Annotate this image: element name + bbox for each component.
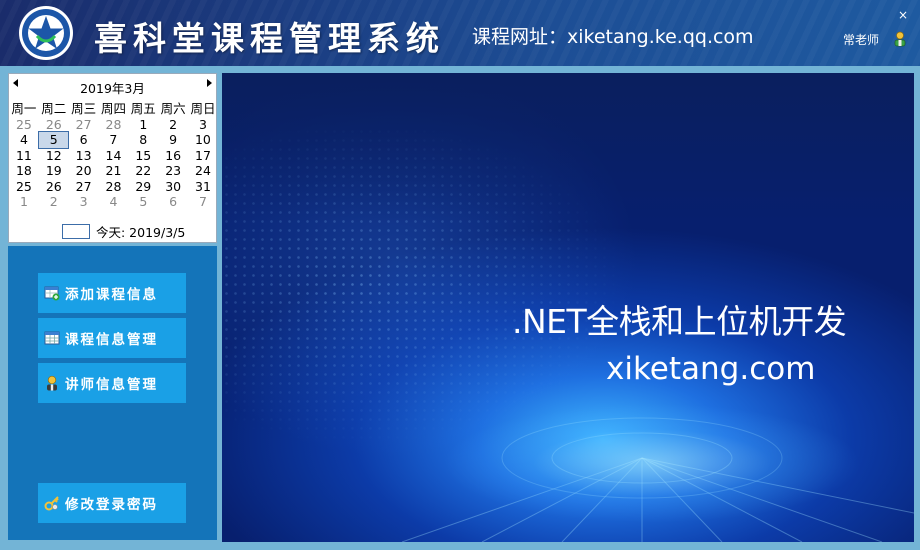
title-bar: 喜科堂课程管理系统 课程网址：xiketang.ke.qq.com × 常老师	[0, 0, 920, 66]
calendar-day[interactable]: 1	[9, 194, 39, 210]
weekday-label: 周五	[130, 101, 156, 116]
weekday-label: 周日	[190, 101, 216, 116]
calendar-day[interactable]: 23	[158, 163, 188, 179]
calendar-day[interactable]: 4	[99, 194, 129, 210]
weekday-row: 周一 周二 周三 周四 周五 周六 周日	[9, 101, 218, 117]
today-label: 今天: 2019/3/5	[96, 225, 186, 240]
calendar-day[interactable]: 15	[128, 148, 158, 164]
logo-star-icon	[19, 6, 73, 60]
calendar-header: 2019年3月	[9, 74, 216, 96]
change-password-button[interactable]: 修改登录密码	[38, 483, 186, 523]
calendar-day[interactable]: 2	[158, 117, 188, 133]
banner-headline: .NET全栈和上位机开发	[512, 302, 847, 341]
calendar-day[interactable]: 16	[158, 148, 188, 164]
next-month-arrow-icon[interactable]	[207, 79, 212, 87]
calendar-day[interactable]: 12	[39, 148, 69, 164]
calendar-day[interactable]: 27	[69, 117, 99, 133]
calendar-day[interactable]: 28	[99, 179, 129, 195]
calendar-day[interactable]: 13	[69, 148, 99, 164]
calendar-day[interactable]: 14	[99, 148, 129, 164]
user-icon	[894, 31, 906, 47]
add-course-icon	[44, 286, 60, 301]
calendar-day[interactable]: 10	[188, 132, 218, 148]
calendar-day[interactable]: 1	[128, 117, 158, 133]
today-link[interactable]: 今天: 2019/3/5	[62, 222, 185, 241]
welcome-banner: .NET全栈和上位机开发 xiketang.com	[222, 73, 914, 542]
calendar-grid: 周一 周二 周三 周四 周五 周六 周日 25 26 27 28 1 2 3 4 5 6 7 8 9 10…	[9, 101, 218, 210]
teacher-management-button[interactable]: 讲师信息管理	[38, 363, 186, 403]
banner-website: xiketang.com	[606, 351, 816, 387]
calendar-day[interactable]: 22	[128, 163, 158, 179]
calendar-day[interactable]: 6	[69, 132, 99, 148]
weekday-label: 周三	[71, 101, 97, 116]
calendar-day[interactable]: 8	[128, 132, 158, 148]
calendar-week-row: 4 5 6 7 8 9 10	[9, 131, 218, 149]
calendar-day[interactable]: 5	[38, 131, 70, 149]
calendar-day[interactable]: 7	[188, 194, 218, 210]
course-management-label: 课程信息管理	[65, 332, 158, 348]
calendar-day[interactable]: 20	[69, 163, 99, 179]
calendar-week-row: 25 26 27 28 1 2 3	[9, 117, 218, 133]
calendar-day[interactable]: 17	[188, 148, 218, 164]
change-password-label: 修改登录密码	[65, 497, 158, 513]
add-course-label: 添加课程信息	[65, 287, 158, 303]
key-icon	[44, 496, 59, 511]
today-marker	[62, 224, 90, 239]
calendar-month-label[interactable]: 2019年3月	[9, 78, 216, 97]
calendar-day[interactable]: 31	[188, 179, 218, 195]
calendar-day[interactable]: 30	[158, 179, 188, 195]
table-icon	[44, 331, 60, 345]
course-management-button[interactable]: 课程信息管理	[38, 318, 186, 358]
course-url: 课程网址：xiketang.ke.qq.com	[472, 26, 754, 48]
user-name: 常老师	[843, 33, 880, 47]
teacher-management-label: 讲师信息管理	[65, 377, 158, 393]
calendar-day[interactable]: 7	[98, 132, 128, 148]
calendar-day[interactable]: 11	[9, 148, 39, 164]
calendar-day[interactable]: 25	[9, 117, 39, 133]
calendar-week-row: 1234567	[9, 194, 218, 210]
calendar-day[interactable]: 18	[9, 163, 39, 179]
calendar-day[interactable]: 3	[69, 194, 99, 210]
calendar-day[interactable]: 26	[39, 117, 69, 133]
calendar-day[interactable]: 28	[99, 117, 129, 133]
calendar-day[interactable]: 21	[99, 163, 129, 179]
calendar-day[interactable]: 5	[128, 194, 158, 210]
calendar-day[interactable]: 24	[188, 163, 218, 179]
calendar-day[interactable]: 9	[158, 132, 188, 148]
teacher-icon	[47, 375, 57, 391]
calendar-week-row: 11 12 13 14 15 16 17	[9, 148, 218, 164]
calendar-day[interactable]: 29	[128, 179, 158, 195]
calendar-day[interactable]: 6	[158, 194, 188, 210]
weekday-label: 周一	[11, 101, 37, 116]
weekday-label: 周四	[100, 101, 126, 116]
calendar-day[interactable]: 26	[39, 179, 69, 195]
calendar-day[interactable]: 27	[69, 179, 99, 195]
sidebar-menu: 添加课程信息 课程信息管理 讲师信息管理 修改登录密码	[8, 246, 217, 540]
calendar-week-row: 18 19 20 21 22 23 24	[9, 163, 218, 179]
banner-glow	[442, 403, 862, 523]
calendar-day[interactable]: 2	[39, 194, 69, 210]
weekday-label: 周六	[160, 101, 186, 116]
weekday-label: 周二	[41, 101, 67, 116]
calendar-day[interactable]: 25	[9, 179, 39, 195]
add-course-button[interactable]: 添加课程信息	[38, 273, 186, 313]
calendar-day[interactable]: 3	[188, 117, 218, 133]
calendar-week-row: 25 26 27 28 29 30 31	[9, 179, 218, 195]
calendar-day[interactable]: 4	[9, 132, 39, 148]
month-calendar[interactable]: 2019年3月 周一 周二 周三 周四 周五 周六 周日 25 26 27 28 1 2 3…	[8, 73, 217, 243]
calendar-day[interactable]: 19	[39, 163, 69, 179]
close-button[interactable]: ×	[898, 8, 908, 22]
app-title: 喜科堂课程管理系统	[94, 19, 445, 58]
